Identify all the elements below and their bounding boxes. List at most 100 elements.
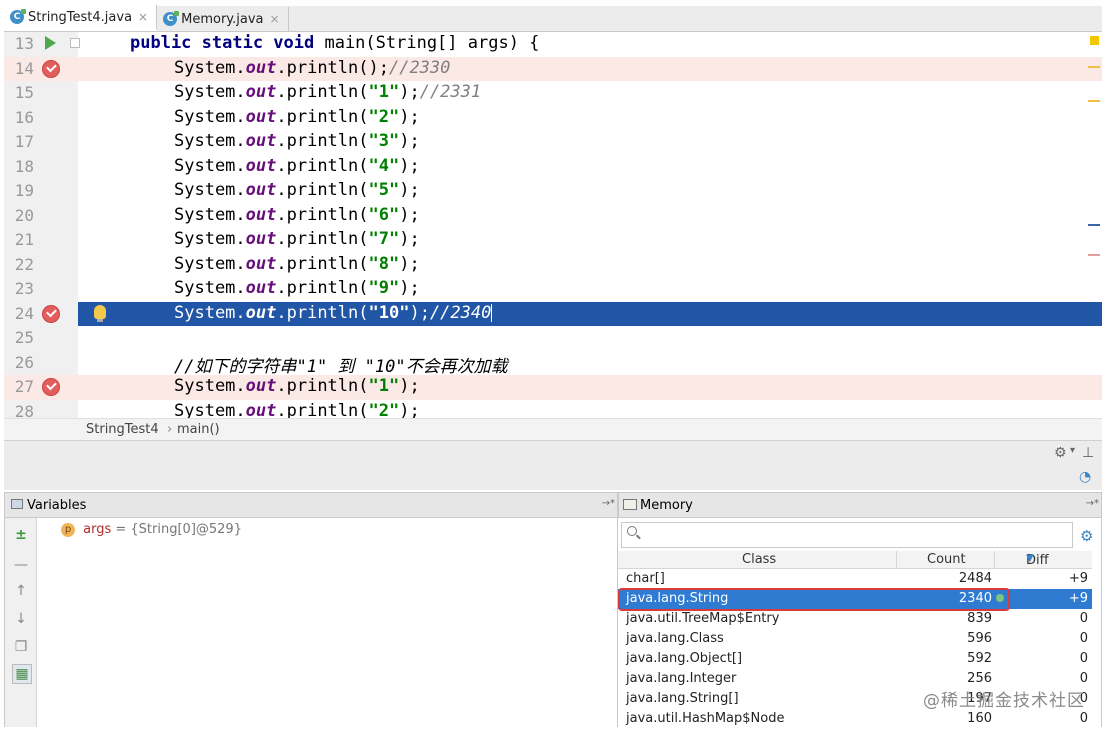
memory-table-header: Class Count Diff ▼ (618, 551, 1092, 569)
memory-gauge-icon[interactable]: ◔ (1079, 469, 1091, 485)
code-line[interactable]: 14 System.out.println();//2330 (4, 56, 1102, 81)
table-row[interactable]: char[] 2484 +9 (618, 569, 1092, 589)
variables-panel-header: Variables →* (4, 492, 618, 518)
chevron-down-icon[interactable]: ▾ (1070, 445, 1075, 456)
arrow-down-icon[interactable]: ↓ (12, 610, 30, 628)
row-class: java.lang.String[] (626, 691, 739, 706)
text-cursor (491, 303, 493, 322)
analysis-status-icon[interactable] (1090, 36, 1099, 45)
code-line[interactable]: 27 System.out.println("1"); (4, 375, 1102, 400)
table-row[interactable]: java.util.HashMap$Node 160 0 (618, 709, 1092, 727)
code-text: System.out.println("7"); (174, 229, 420, 249)
memory-title: Memory (640, 498, 693, 513)
row-count: 256 (967, 671, 992, 686)
code-line[interactable]: 19 System.out.println("5"); (4, 179, 1102, 204)
row-class: char[] (626, 571, 665, 586)
error-stripe[interactable] (1088, 32, 1102, 418)
current-execution-line[interactable]: 24 System.out.println("10");//2340 (4, 301, 1102, 326)
table-row[interactable]: java.lang.Object[] 592 0 (618, 649, 1092, 669)
breakpoint-icon[interactable] (42, 304, 60, 323)
line-number: 20 (14, 205, 34, 225)
code-line[interactable]: 17 System.out.println("3"); (4, 130, 1102, 155)
column-count[interactable]: Count (927, 552, 966, 567)
breakpoint-icon[interactable] (42, 378, 60, 396)
code-line[interactable]: 21 System.out.println("7"); (4, 228, 1102, 253)
code-line[interactable]: 15 System.out.println("1");//2331 (4, 81, 1102, 106)
code-line[interactable]: 13 public static void main(String[] args… (4, 32, 1102, 57)
pin-icon[interactable]: →* (1086, 498, 1099, 509)
code-line[interactable]: 25 (4, 326, 1102, 351)
table-row[interactable]: java.util.TreeMap$Entry 839 0 (618, 609, 1092, 629)
tab-memory[interactable]: C Memory.java × (157, 7, 289, 31)
gear-icon[interactable]: ⚙ (1054, 445, 1067, 461)
stripe-mark[interactable] (1088, 224, 1100, 226)
code-line[interactable]: 23 System.out.println("9"); (4, 277, 1102, 302)
close-icon[interactable]: × (138, 10, 148, 24)
stripe-mark[interactable] (1088, 100, 1100, 102)
highlight-box (618, 588, 1010, 611)
variables-icon (11, 499, 23, 509)
code-line[interactable]: 20 System.out.println("6"); (4, 203, 1102, 228)
line-number: 27 (14, 377, 34, 396)
code-text: public static void main(String[] args) { (130, 33, 540, 53)
code-line[interactable]: 28 System.out.println("2"); (4, 399, 1102, 419)
tab-stringtest4[interactable]: C StringTest4.java × (4, 5, 158, 31)
variables-toolbar: ± — ↑ ↓ ❐ ▦ (5, 518, 37, 727)
pin-bottom-icon[interactable]: ⊥ (1082, 445, 1094, 461)
line-number: 13 (14, 34, 34, 53)
restore-layout-icon[interactable]: ▦ (12, 664, 32, 684)
settings-gear-icon[interactable]: ⚙ (1080, 527, 1093, 545)
code-text: System.out.println("2"); (174, 106, 420, 127)
code-text: System.out.println("8"); (174, 253, 420, 274)
line-number: 16 (14, 107, 34, 127)
stripe-mark[interactable] (1088, 66, 1100, 68)
variable-value: = {String[0]@529} (111, 522, 242, 537)
row-diff: 0 (1079, 651, 1088, 666)
row-count: 839 (967, 611, 992, 626)
copy-icon[interactable]: ❐ (12, 638, 30, 656)
breadcrumb-method[interactable]: main() (177, 422, 220, 437)
row-count: 592 (967, 651, 992, 666)
variable-name: args (83, 522, 112, 537)
code-comment: //如下的字符串"1" 到 "10"不会再次加载 (174, 356, 508, 377)
code-text: System.out.println("10");//2340 (174, 302, 493, 323)
line-number: 23 (14, 279, 34, 298)
code-line[interactable]: 26 //如下的字符串"1" 到 "10"不会再次加载 (4, 350, 1102, 377)
fold-icon[interactable] (70, 38, 80, 48)
memory-search-input[interactable] (621, 522, 1073, 548)
row-class: java.util.HashMap$Node (626, 711, 785, 726)
line-number: 18 (14, 156, 34, 176)
watermark: @稀土掘金技术社区 (923, 691, 1085, 711)
code-line[interactable]: 22 System.out.println("8"); (4, 252, 1102, 277)
run-icon[interactable] (45, 36, 56, 50)
row-diff: 0 (1079, 671, 1088, 686)
tab-label: StringTest4.java (28, 9, 133, 25)
row-class: java.lang.Object[] (626, 651, 743, 666)
variables-title: Variables (27, 498, 87, 513)
breadcrumb-file[interactable]: StringTest4 (86, 422, 159, 437)
stripe-mark[interactable] (1088, 254, 1100, 256)
arrow-up-icon[interactable]: ↑ (12, 582, 30, 600)
breadcrumb-separator: › (167, 422, 173, 437)
table-row[interactable]: java.lang.Class 596 0 (618, 629, 1092, 649)
line-number: 25 (14, 328, 34, 347)
code-text: System.out.println("4"); (174, 155, 420, 176)
line-number: 22 (14, 254, 34, 274)
variable-row[interactable]: p args = {String[0]@529} (61, 522, 242, 540)
memory-panel-header: Memory →* (618, 492, 1102, 518)
code-line[interactable]: 16 System.out.println("2"); (4, 105, 1102, 130)
column-class[interactable]: Class (742, 552, 776, 567)
line-number: 19 (14, 181, 34, 200)
code-line[interactable]: 18 System.out.println("4"); (4, 154, 1102, 179)
code-text: System.out.println("2"); (174, 400, 420, 419)
close-icon[interactable]: × (270, 12, 280, 26)
lightbulb-icon[interactable] (94, 304, 106, 322)
row-diff: 0 (1079, 631, 1088, 646)
memory-icon (623, 499, 637, 510)
remove-watch-icon[interactable]: — (12, 556, 30, 574)
pin-icon[interactable]: →* (602, 498, 615, 509)
add-watch-icon[interactable]: ± (12, 526, 30, 544)
line-number: 17 (14, 132, 34, 151)
code-editor[interactable]: 13 public static void main(String[] args… (4, 32, 1102, 418)
breakpoint-icon[interactable] (42, 59, 60, 78)
